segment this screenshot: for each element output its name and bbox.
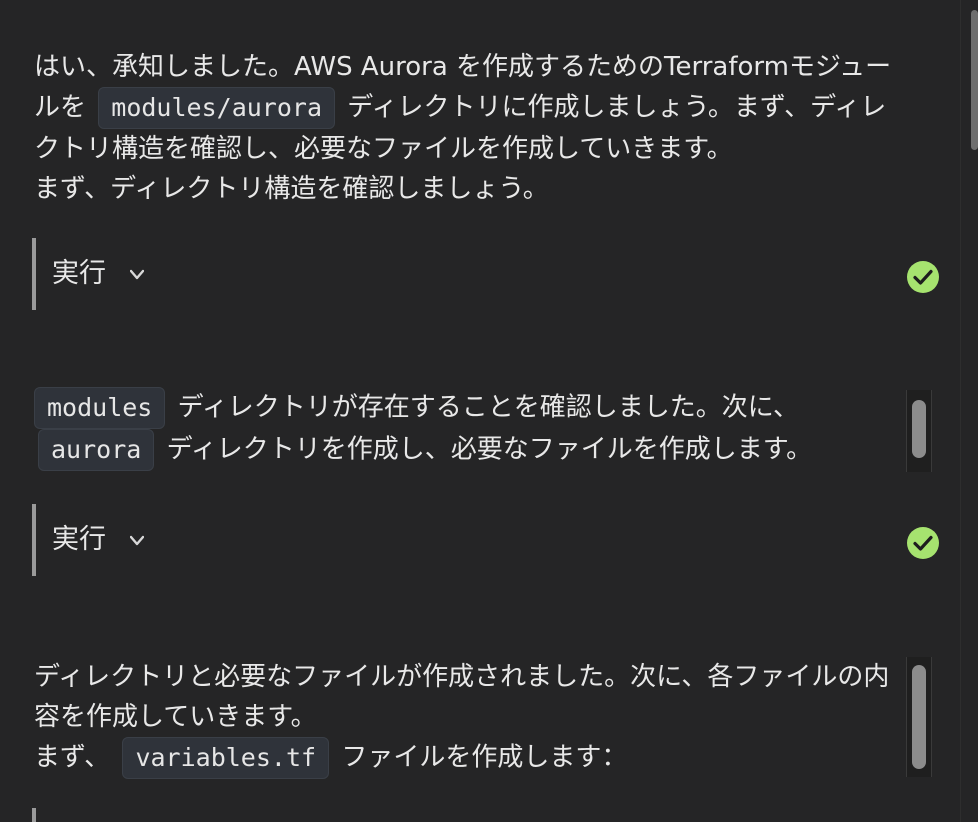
inline-code: variables.tf (122, 737, 330, 779)
assistant-message: ディレクトリと必要なファイルが作成されました。次に、各ファイルの内容を作成してい… (34, 657, 902, 779)
chat-panel: はい、承知しました。AWS Aurora を作成するためのTerraformモジ… (0, 0, 960, 822)
message-text: まず、 (34, 742, 111, 773)
inline-code: modules (34, 387, 166, 429)
assistant-message: modules ディレクトリが存在することを確認しました。次に、 aurora … (34, 387, 902, 471)
page-scrollbar[interactable] (960, 0, 978, 822)
message-scrollbar[interactable] (906, 390, 932, 472)
tool-call-label: 実行 (52, 524, 106, 555)
scrollbar-thumb[interactable] (971, 10, 978, 150)
assistant-message: はい、承知しました。AWS Aurora を作成するためのTerraformモジ… (34, 47, 902, 209)
tool-call-block[interactable]: 実行 (32, 238, 940, 310)
message-text: まず、ディレクトリ構造を確認しましょう。 (34, 174, 549, 204)
scrollbar-thumb[interactable] (912, 400, 926, 458)
message-text: ディレクトリと必要なファイルが作成されました。次に、各ファイルの内容を作成してい… (34, 662, 890, 732)
message-text: ディレクトリが存在することを確認しました。次に、 (177, 392, 800, 423)
message-scrollbar[interactable] (906, 657, 932, 777)
message-text: ディレクトリを作成し、必要なファイルを作成します。 (166, 434, 813, 465)
tool-call-label: 実行 (52, 258, 106, 289)
scrollbar-thumb[interactable] (912, 665, 926, 769)
chevron-down-icon[interactable] (130, 268, 144, 282)
tool-call-block[interactable] (32, 808, 940, 822)
inline-code: modules/aurora (98, 87, 335, 129)
check-circle-icon (907, 527, 939, 559)
inline-code: aurora (38, 429, 155, 471)
check-circle-icon (907, 261, 939, 293)
chevron-down-icon[interactable] (130, 534, 144, 548)
message-text: ファイルを作成します： (341, 742, 628, 773)
tool-call-block[interactable]: 実行 (32, 504, 940, 576)
